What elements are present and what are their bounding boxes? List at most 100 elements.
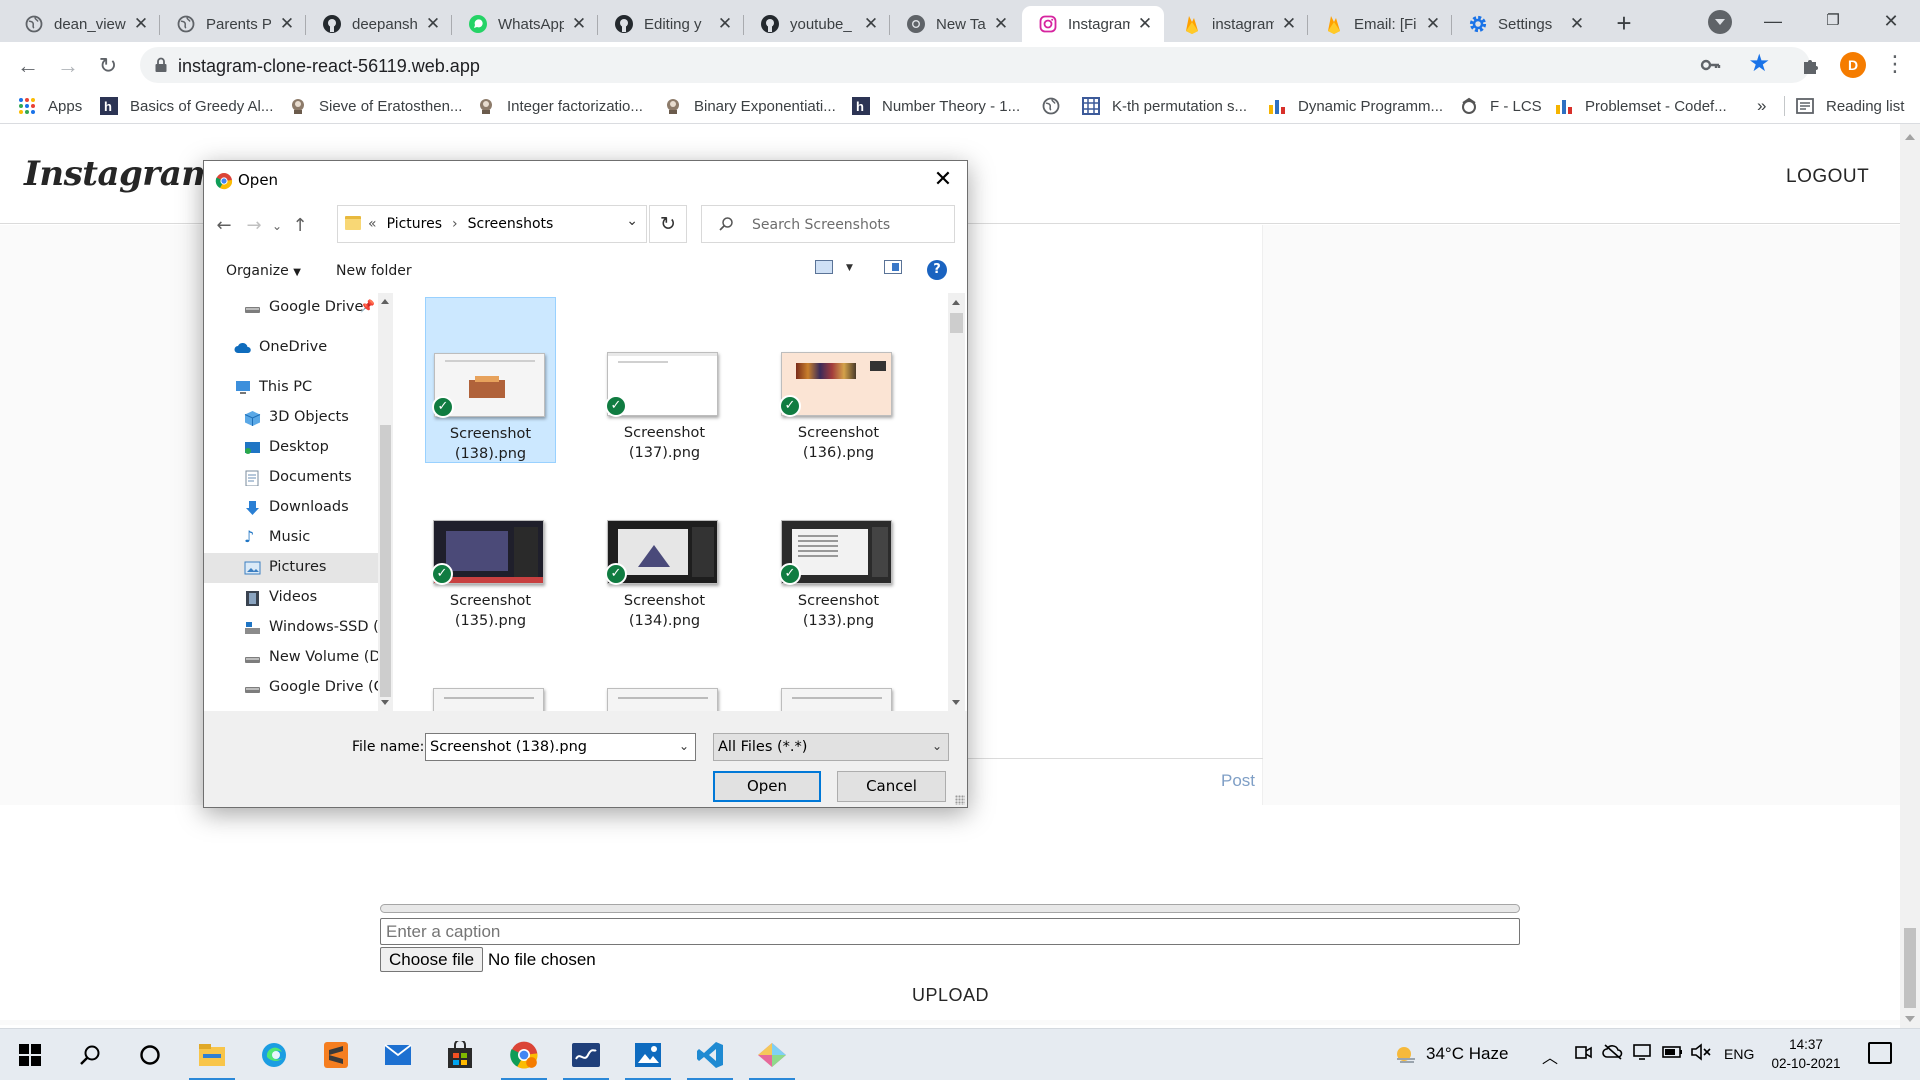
git-icon[interactable] <box>749 1037 795 1080</box>
whiteboard-icon[interactable] <box>563 1037 609 1080</box>
tab-7[interactable]: Instagram ✕ <box>1022 6 1164 42</box>
tab-0[interactable]: dean_view ✕ <box>8 6 160 42</box>
dialog-address-bar[interactable]: « Pictures › Screenshots ⌄ <box>337 205 647 243</box>
notification-center-icon[interactable] <box>1868 1042 1892 1064</box>
new-tab-plus-icon[interactable]: + <box>1608 8 1640 40</box>
tab-close-icon[interactable]: ✕ <box>992 15 1010 33</box>
network-wifi-icon[interactable] <box>1632 1042 1654 1067</box>
address-dropdown-icon[interactable]: ⌄ <box>626 213 638 229</box>
reload-icon[interactable]: ↻ <box>92 50 124 82</box>
file-item[interactable]: ✓ Screenshot (135).png <box>425 465 556 631</box>
scrollbar-thumb[interactable] <box>950 313 963 333</box>
file-item[interactable]: ✓ Screenshot (134).png <box>599 465 730 631</box>
tab-3[interactable]: WhatsApp ✕ <box>452 6 598 42</box>
tab-2[interactable]: deepansh ✕ <box>306 6 452 42</box>
chrome-menu-icon[interactable]: ⋮ <box>1884 50 1906 80</box>
vscode-icon[interactable] <box>687 1037 733 1080</box>
choose-file-button[interactable]: Choose file <box>380 947 483 972</box>
open-button[interactable]: Open <box>713 771 821 802</box>
up-folder-arrow-icon[interactable]: ↑ <box>290 214 310 238</box>
tab-close-icon[interactable]: ✕ <box>862 15 880 33</box>
file-item[interactable] <box>425 633 556 711</box>
logout-button[interactable]: LOGOUT <box>1786 166 1869 188</box>
scroll-up-arrow-icon[interactable] <box>381 299 389 304</box>
chevron-up-icon[interactable]: ︿ <box>1542 1044 1558 1068</box>
nav-item-music[interactable]: ♪ Music <box>204 523 378 553</box>
caption-input[interactable] <box>380 918 1520 945</box>
meet-now-icon[interactable] <box>1574 1042 1592 1067</box>
sublime-icon[interactable] <box>318 1037 354 1073</box>
volume-muted-icon[interactable] <box>1690 1042 1712 1067</box>
tab-close-icon[interactable]: ✕ <box>1424 15 1442 33</box>
bookmark-item[interactable]: h Number Theory - 1... <box>852 96 1020 116</box>
chevron-down-icon[interactable]: ⌄ <box>679 739 689 753</box>
instagram-logo[interactable]: Instagram <box>24 154 217 194</box>
nav-item-3d-objects[interactable]: 3D Objects <box>204 403 378 433</box>
post-comment-button[interactable]: Post <box>1221 771 1255 791</box>
scroll-down-arrow-icon[interactable] <box>952 700 960 705</box>
scroll-down-arrow-icon[interactable] <box>1905 1016 1915 1022</box>
scroll-up-arrow-icon[interactable] <box>1905 134 1915 140</box>
tab-9[interactable]: Email: [Fi ✕ <box>1308 6 1452 42</box>
nav-item-documents[interactable]: Documents <box>204 463 378 493</box>
onedrive-tray-icon[interactable] <box>1602 1042 1624 1067</box>
tab-4[interactable]: Editing y ✕ <box>598 6 744 42</box>
battery-icon[interactable] <box>1662 1042 1684 1067</box>
nav-item-onedrive[interactable]: OneDrive <box>204 333 378 363</box>
view-dropdown-caret-icon[interactable]: ▼ <box>846 263 853 273</box>
bookmark-item[interactable]: Dynamic Programm... <box>1268 96 1443 116</box>
bookmark-item[interactable]: Binary Exponentiati... <box>664 96 836 116</box>
file-item[interactable]: ✓ Screenshot (138).png <box>425 297 556 463</box>
bookmark-item[interactable]: Integer factorizatio... <box>477 96 643 116</box>
bookmark-item[interactable]: F - LCS <box>1460 96 1542 116</box>
tab-search-icon[interactable] <box>1708 10 1732 34</box>
tab-close-icon[interactable]: ✕ <box>132 15 150 33</box>
file-item[interactable]: ✓ Screenshot (136).png <box>773 297 904 463</box>
recent-locations-chevron-icon[interactable]: ⌄ <box>270 214 284 238</box>
tab-1[interactable]: Parents P ✕ <box>160 6 306 42</box>
tab-close-icon[interactable]: ✕ <box>278 15 296 33</box>
bookmark-item[interactable]: Sieve of Eratosthen... <box>289 96 462 116</box>
bookmark-item[interactable]: Problemset - Codef... <box>1555 96 1727 116</box>
breadcrumb-pictures[interactable]: Pictures <box>387 216 442 232</box>
file-item[interactable] <box>599 633 730 711</box>
extensions-puzzle-icon[interactable] <box>1800 54 1824 78</box>
store-icon[interactable] <box>442 1037 478 1073</box>
file-item[interactable]: ✓ Screenshot (133).png <box>773 465 904 631</box>
nav-item-pictures[interactable]: Pictures <box>204 553 378 583</box>
key-icon[interactable] <box>1700 54 1722 76</box>
help-icon[interactable]: ? <box>927 260 947 280</box>
cancel-button[interactable]: Cancel <box>837 771 946 802</box>
windows-start-icon[interactable] <box>12 1037 48 1073</box>
reading-list-button[interactable]: Reading list <box>1796 96 1904 116</box>
back-arrow-icon[interactable]: ← <box>214 214 234 238</box>
chevron-down-icon[interactable]: ⌄ <box>932 739 942 753</box>
window-close-icon[interactable]: ✕ <box>1868 6 1914 36</box>
breadcrumb-screenshots[interactable]: Screenshots <box>468 216 554 232</box>
dialog-close-icon[interactable]: ✕ <box>929 167 957 193</box>
photos-icon[interactable] <box>625 1037 671 1080</box>
nav-item-new-volume[interactable]: New Volume (D: <box>204 643 378 673</box>
tab-close-icon[interactable]: ✕ <box>716 15 734 33</box>
profile-avatar[interactable]: D <box>1840 52 1866 78</box>
tab-close-icon[interactable]: ✕ <box>424 15 442 33</box>
cortana-icon[interactable] <box>132 1037 168 1073</box>
tab-close-icon[interactable]: ✕ <box>570 15 588 33</box>
forward-arrow-icon[interactable]: → <box>52 50 84 82</box>
change-view-icon[interactable] <box>815 260 833 274</box>
back-arrow-icon[interactable]: ← <box>12 50 44 82</box>
file-item[interactable] <box>773 633 904 711</box>
language-indicator[interactable]: ENG <box>1724 1046 1754 1062</box>
tab-close-icon[interactable]: ✕ <box>1136 15 1154 33</box>
tab-5[interactable]: youtube_ ✕ <box>744 6 890 42</box>
file-grid-scrollbar[interactable] <box>948 293 965 711</box>
bookmark-item[interactable] <box>1042 96 1072 116</box>
nav-item-videos[interactable]: Videos <box>204 583 378 613</box>
bookmark-item[interactable]: h Basics of Greedy Al... <box>100 96 273 116</box>
forward-arrow-icon[interactable]: → <box>244 214 264 238</box>
scroll-up-arrow-icon[interactable] <box>952 300 960 305</box>
weather-widget[interactable]: 34°C Haze <box>1394 1044 1508 1065</box>
bookmarks-overflow-button[interactable]: » <box>1757 96 1766 116</box>
scrollbar-thumb[interactable] <box>1904 928 1916 1008</box>
nav-item-google-drive[interactable]: Google Drive 📌 <box>204 293 378 323</box>
